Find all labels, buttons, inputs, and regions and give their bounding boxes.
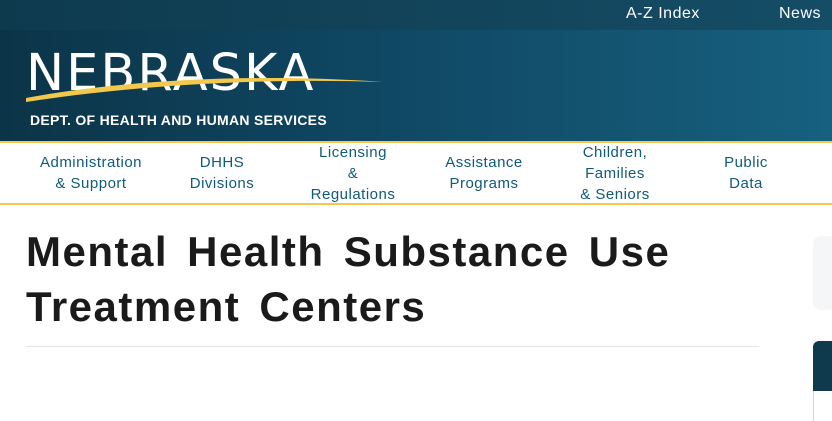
nav-item-public-data[interactable]: Public Data xyxy=(700,143,792,203)
nav-item-label: Public Data xyxy=(724,154,768,192)
page-title: Mental Health Substance Use Treatment Ce… xyxy=(26,228,671,330)
nav-item-label: Licensing & Regulations xyxy=(310,143,396,203)
sidebar-panel-header xyxy=(813,341,832,391)
sidebar-card xyxy=(813,236,832,310)
nav-item-label: Children, Families & Seniors xyxy=(580,143,650,203)
nav-item-label: Administration & Support xyxy=(39,154,143,192)
sidebar-panel-body xyxy=(813,391,832,421)
nav-item-label: DHHS Divisions xyxy=(189,154,255,192)
nebraska-dhhs-logo[interactable]: NEBRASKA DEPT. OF HEALTH AND HUMAN SERVI… xyxy=(22,40,392,136)
top-utility-bar: A-Z Index News xyxy=(0,0,832,30)
nav-item-assistance-programs[interactable]: Assistance Programs xyxy=(434,143,534,203)
news-link[interactable]: News xyxy=(779,5,821,23)
nav-item-administration-support[interactable]: Administration & Support xyxy=(26,143,156,203)
nav-item-children-families-seniors[interactable]: Children, Families & Seniors xyxy=(560,143,670,203)
nav-item-label: Assistance Programs xyxy=(445,154,523,192)
logo-subtitle: DEPT. OF HEALTH AND HUMAN SERVICES xyxy=(30,112,327,128)
title-divider xyxy=(26,346,759,347)
nav-bottom-border xyxy=(0,203,832,205)
az-index-link[interactable]: A-Z Index xyxy=(626,5,700,23)
nav-item-dhhs-divisions[interactable]: DHHS Divisions xyxy=(172,143,272,203)
site-header: NEBRASKA DEPT. OF HEALTH AND HUMAN SERVI… xyxy=(0,30,832,141)
main-navigation: Administration & Support DHHS Divisions … xyxy=(0,143,832,203)
nav-item-licensing-regulations[interactable]: Licensing & Regulations xyxy=(298,143,408,203)
